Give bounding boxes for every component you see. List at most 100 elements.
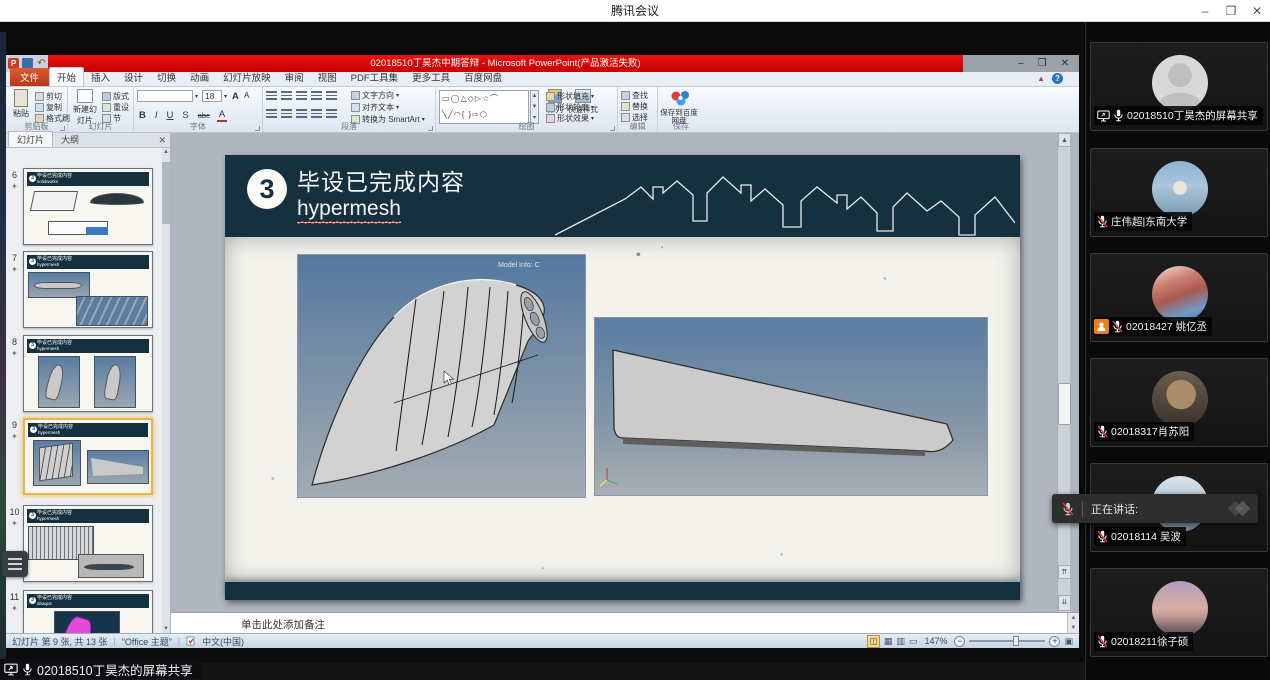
tab-baidu-pan[interactable]: 百度网盘 — [457, 68, 509, 86]
slide-title: 毕设已完成内容 — [297, 163, 465, 197]
close-icon[interactable]: ✕ — [1244, 0, 1270, 22]
participant-tile[interactable]: 02018317肖苏阳 — [1090, 358, 1268, 447]
participant-tile-sharer[interactable]: 02018510丁昊杰的屏幕共享 — [1090, 42, 1268, 131]
normal-view-button[interactable]: ◫ — [867, 635, 880, 648]
text-direction-button[interactable]: 文字方向▾ — [351, 90, 399, 101]
notes-placeholder[interactable]: 单击此处添加备注 — [241, 617, 325, 632]
copy-button[interactable]: 复制 — [35, 102, 62, 113]
shape-effects-button[interactable]: 形状效果▾ — [546, 113, 594, 124]
language-indicator[interactable]: 中文(中国) — [202, 635, 244, 648]
align-left-icon[interactable] — [266, 109, 277, 118]
tab-design[interactable]: 设计 — [117, 68, 150, 86]
mic-muted-icon — [1112, 320, 1123, 333]
shape-outline-button[interactable]: 形状轮廓▾ — [546, 102, 594, 113]
restore-icon[interactable]: ❐ — [1218, 0, 1244, 22]
scrollbar-thumb[interactable] — [1058, 383, 1071, 425]
tab-file[interactable]: 文件 — [10, 68, 49, 86]
shape-fill-button[interactable]: 形状填充▾ — [546, 91, 594, 102]
zoom-slider[interactable] — [969, 640, 1045, 642]
participant-tile[interactable]: 02018211徐子硕 — [1090, 568, 1268, 657]
slide-subtitle: hypermesh — [297, 197, 401, 223]
panel-tab-outline[interactable]: 大纲 — [53, 132, 87, 147]
align-right-icon[interactable] — [296, 109, 307, 118]
ppt-restore-icon[interactable]: ❐ — [1038, 58, 1047, 69]
drawing-dialog-launcher[interactable] — [610, 126, 615, 131]
align-center-icon[interactable] — [281, 109, 292, 118]
fit-to-window-button[interactable]: ▣ — [1064, 636, 1073, 647]
save-to-baidu-button[interactable]: 保存到百度网盘 — [659, 89, 703, 125]
tab-review[interactable]: 审阅 — [278, 68, 311, 86]
powerpoint-window: P ↶ ▾ 02018510丁昊杰中期答辩 - Microsoft PowerP… — [6, 55, 1079, 648]
collapse-ribbon-icon[interactable]: ▲ — [1037, 74, 1045, 83]
next-slide-button[interactable]: ⇊ — [1058, 595, 1071, 611]
line-spacing-icon[interactable] — [326, 91, 337, 100]
tab-pdf-tools[interactable]: PDF工具集 — [344, 68, 406, 86]
app-root: 腾讯会议 – ❐ ✕ P ↶ ▾ 02018510丁昊杰中期答辩 - Micro… — [0, 0, 1270, 680]
shape-gallery-scroll[interactable]: ▲▼▾ — [530, 90, 539, 124]
slide[interactable]: 3 毕设已完成内容 hypermesh — [225, 155, 1020, 600]
font-dialog-launcher[interactable] — [255, 126, 260, 131]
zoom-out-button[interactable]: − — [954, 636, 965, 647]
align-text-button[interactable]: 对齐文本▾ — [351, 102, 399, 113]
tab-insert[interactable]: 插入 — [84, 68, 117, 86]
italic-button[interactable]: I — [153, 110, 160, 121]
help-icon[interactable]: ? — [1052, 73, 1063, 84]
strikethrough-button[interactable]: abc — [196, 111, 212, 120]
columns-icon[interactable] — [326, 109, 337, 118]
tab-animations[interactable]: 动画 — [183, 68, 216, 86]
clipboard-dialog-launcher[interactable] — [60, 126, 65, 131]
hypermesh-wing-ribs-image: Model Info: C — [298, 255, 585, 497]
reset-button[interactable]: 重设 — [102, 102, 129, 113]
cut-button[interactable]: 剪切 — [35, 91, 62, 102]
justify-icon[interactable] — [311, 109, 322, 118]
tab-view[interactable]: 视图 — [311, 68, 344, 86]
indent-increase-icon[interactable] — [311, 91, 322, 100]
house-skyline-graphic — [555, 157, 1015, 237]
tab-slideshow[interactable]: 幻灯片放映 — [216, 68, 278, 86]
indent-decrease-icon[interactable] — [296, 91, 307, 100]
notes-scrollbar[interactable]: ▲▼ — [1067, 613, 1079, 634]
find-button[interactable]: 查找 — [621, 90, 648, 101]
shadow-button[interactable]: S — [180, 110, 190, 121]
tab-more-tools[interactable]: 更多工具 — [405, 68, 457, 86]
previous-slide-button[interactable]: ⇈ — [1058, 565, 1071, 579]
bullets-icon[interactable] — [266, 91, 277, 100]
canvas-scrollbar[interactable]: ▲ ⇈ ⇊ — [1057, 133, 1070, 612]
zoom-slider-thumb[interactable] — [1013, 636, 1019, 646]
paragraph-dialog-launcher[interactable] — [428, 126, 433, 131]
shape-gallery[interactable]: ▭◯△◇▷☆⌒╲╱◠{ }⇨⬡ — [439, 90, 529, 124]
zoom-level: 147% — [924, 636, 947, 646]
ppt-close-icon[interactable]: ✕ — [1061, 58, 1069, 69]
tab-transitions[interactable]: 切换 — [150, 68, 183, 86]
shrink-font-button[interactable]: A — [242, 91, 251, 100]
meeting-panel-toggle-button[interactable] — [2, 551, 28, 577]
panel-close-icon[interactable]: ✕ — [158, 135, 166, 146]
minimize-icon[interactable]: – — [1192, 0, 1218, 22]
participant-tile[interactable]: 02018427 姚亿丞 — [1090, 253, 1268, 342]
font-size-select[interactable]: 18▾ — [202, 90, 227, 102]
zoom-in-button[interactable]: + — [1049, 636, 1060, 647]
scroll-up-icon[interactable]: ▲ — [1058, 133, 1071, 147]
participant-tile[interactable]: 庄伟超|东南大学 — [1090, 148, 1268, 237]
participant-name: 02018317肖苏阳 — [1111, 424, 1189, 439]
layout-button[interactable]: 版式 — [102, 91, 129, 102]
underline-button[interactable]: U — [165, 110, 176, 121]
panel-tab-slides[interactable]: 幻灯片 — [8, 131, 53, 147]
spell-check-icon[interactable] — [186, 636, 196, 646]
ppt-minimize-icon[interactable]: – — [1018, 58, 1024, 69]
grow-font-button[interactable]: A — [230, 91, 241, 102]
watermark-logo-icon — [1230, 503, 1248, 514]
notes-pane[interactable]: 单击此处添加备注 ▲▼ — [171, 612, 1079, 633]
panel-scrollbar[interactable]: ▲ ▼ — [162, 148, 170, 633]
reading-view-button[interactable]: ▥ — [896, 636, 905, 647]
tab-home[interactable]: 开始 — [49, 67, 84, 86]
slide-sorter-button[interactable]: ▦ — [884, 636, 893, 647]
paste-button[interactable]: 粘贴 — [8, 89, 34, 119]
slideshow-button[interactable]: ▭ — [909, 636, 918, 647]
font-name-select[interactable]: ▾ — [137, 90, 198, 102]
bold-button[interactable]: B — [137, 110, 148, 121]
new-slide-icon — [77, 89, 93, 103]
thumbnail-list: 6 ✦ 3毕设已完成内容solidworks 7 ✦ — [6, 148, 163, 633]
replace-button[interactable]: 替换 — [621, 101, 648, 112]
numbering-icon[interactable] — [281, 91, 292, 100]
